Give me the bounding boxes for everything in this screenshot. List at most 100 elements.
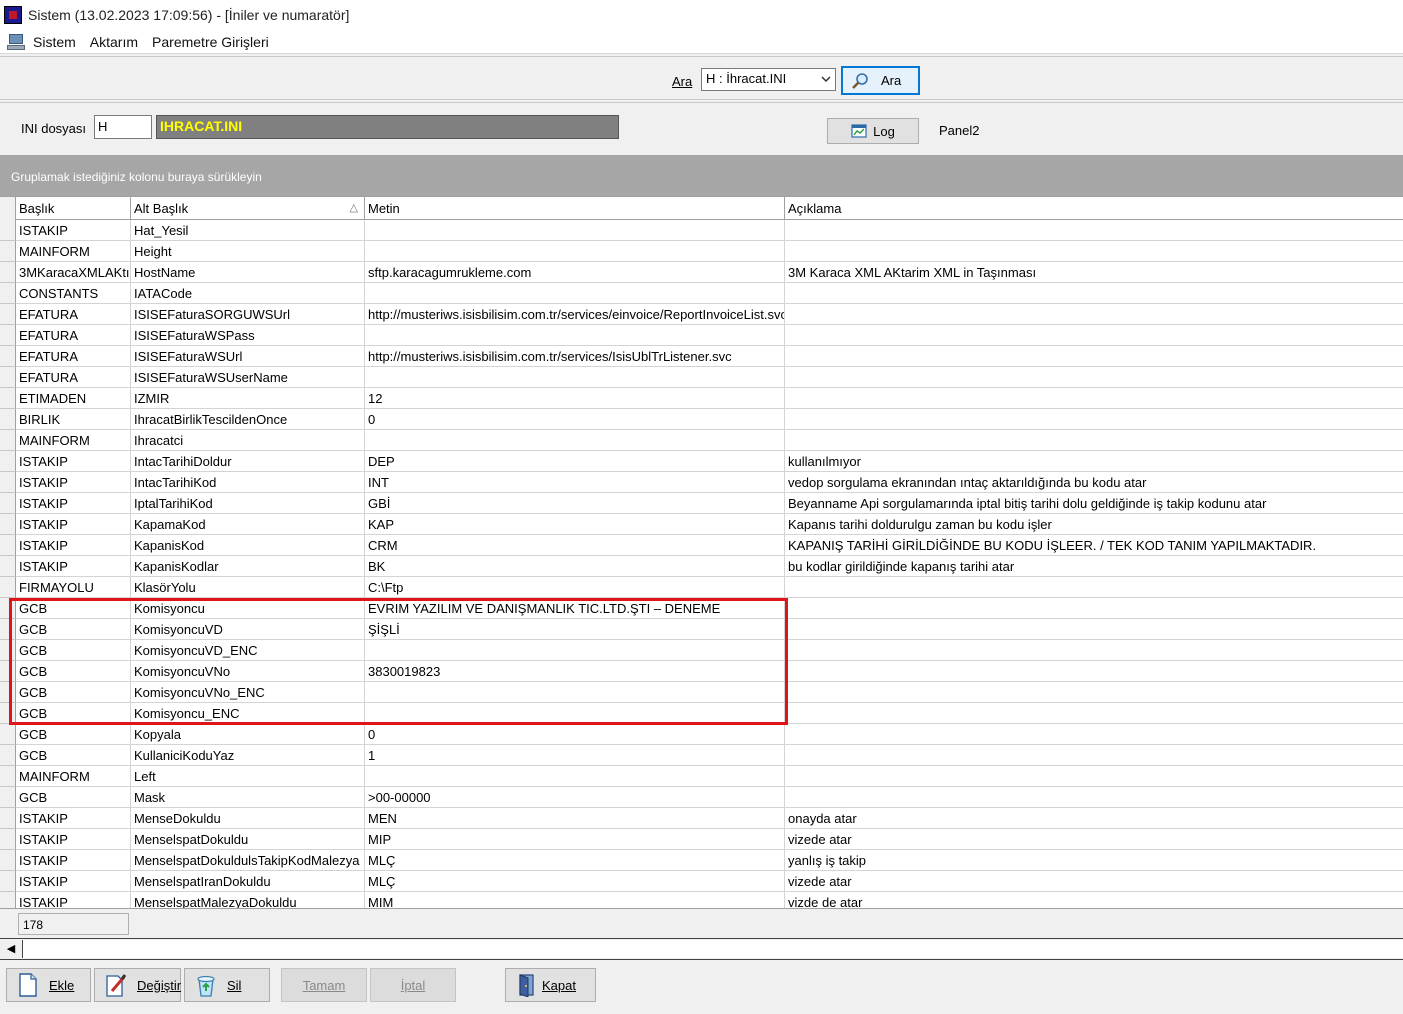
scrollbar-track[interactable]: [22, 940, 1403, 958]
row-indicator[interactable]: [0, 304, 16, 325]
cancel-button[interactable]: İptal: [370, 968, 456, 1002]
cell-alt-baslik[interactable]: KapanisKod: [131, 535, 365, 555]
column-header-metin[interactable]: Metin: [365, 197, 785, 220]
row-indicator[interactable]: [0, 346, 16, 367]
table-row[interactable]: EFATURA ISISEFaturaWSPass: [0, 325, 1403, 346]
cell-metin[interactable]: [365, 766, 785, 786]
cell-metin[interactable]: [365, 430, 785, 450]
cell-aciklama[interactable]: [785, 745, 1403, 765]
ok-button[interactable]: Tamam: [281, 968, 367, 1002]
cell-baslik[interactable]: EFATURA: [16, 346, 131, 366]
cell-aciklama[interactable]: [785, 409, 1403, 429]
cell-metin[interactable]: http://musteriws.isisbilisim.com.tr/serv…: [365, 304, 785, 324]
cell-baslik[interactable]: GCB: [16, 787, 131, 807]
table-row[interactable]: ISTAKIP IntacTarihiDoldur DEP kullanılmıyor: [0, 451, 1403, 472]
cell-aciklama[interactable]: [785, 724, 1403, 744]
row-indicator[interactable]: [0, 871, 16, 892]
table-row[interactable]: 3MKaracaXMLAKtı HostName sftp.karacagumruk…: [0, 262, 1403, 283]
cell-alt-baslik[interactable]: KullaniciKoduYaz: [131, 745, 365, 765]
menu-parametre-girisleri[interactable]: Paremetre Girişleri: [152, 34, 269, 50]
delete-button[interactable]: Sil: [184, 968, 270, 1002]
close-button[interactable]: Kapat: [505, 968, 596, 1002]
cell-alt-baslik[interactable]: IntacTarihiDoldur: [131, 451, 365, 471]
cell-metin[interactable]: MIP: [365, 829, 785, 849]
row-indicator[interactable]: [0, 682, 16, 703]
cell-baslik[interactable]: ISTAKIP: [16, 472, 131, 492]
row-indicator[interactable]: [0, 850, 16, 871]
table-row[interactable]: GCB KomisyoncuVNo_ENC: [0, 682, 1403, 703]
cell-metin[interactable]: sftp.karacagumrukleme.com: [365, 262, 785, 282]
cell-alt-baslik[interactable]: IZMIR: [131, 388, 365, 408]
cell-alt-baslik[interactable]: ISISEFaturaWSUrl: [131, 346, 365, 366]
cell-baslik[interactable]: 3MKaracaXMLAKtı: [16, 262, 131, 282]
table-row[interactable]: EFATURA ISISEFaturaSORGUWSUrl http://muste…: [0, 304, 1403, 325]
table-row[interactable]: GCB KomisyoncuVNo 3830019823: [0, 661, 1403, 682]
cell-alt-baslik[interactable]: KomisyoncuVNo: [131, 661, 365, 681]
cell-baslik[interactable]: MAINFORM: [16, 766, 131, 786]
cell-metin[interactable]: ŞİŞLİ: [365, 619, 785, 639]
cell-aciklama[interactable]: [785, 661, 1403, 681]
cell-alt-baslik[interactable]: IntacTarihiKod: [131, 472, 365, 492]
cell-alt-baslik[interactable]: ISISEFaturaWSUserName: [131, 367, 365, 387]
cell-aciklama[interactable]: vedop sorgulama ekranından ıntaç aktarıl…: [785, 472, 1403, 492]
cell-aciklama[interactable]: [785, 325, 1403, 345]
cell-metin[interactable]: [365, 325, 785, 345]
table-row[interactable]: EFATURA ISISEFaturaWSUserName: [0, 367, 1403, 388]
cell-metin[interactable]: MEN: [365, 808, 785, 828]
group-by-area[interactable]: Gruplamak istediğiniz kolonu buraya sürü…: [0, 155, 1403, 196]
cell-alt-baslik[interactable]: Mask: [131, 787, 365, 807]
table-row[interactable]: GCB Komisyoncu EVRIM YAZILIM VE DANIŞMANLI…: [0, 598, 1403, 619]
add-button[interactable]: Ekle: [6, 968, 91, 1002]
cell-alt-baslik[interactable]: Komisyoncu: [131, 598, 365, 618]
cell-baslik[interactable]: GCB: [16, 745, 131, 765]
table-row[interactable]: ISTAKIP MenselspatMalezyaDokuldu MIM vizde …: [0, 892, 1403, 908]
cell-baslik[interactable]: ISTAKIP: [16, 451, 131, 471]
table-row[interactable]: GCB KomisyoncuVD ŞİŞLİ: [0, 619, 1403, 640]
menu-sistem[interactable]: Sistem: [33, 34, 76, 50]
table-row[interactable]: MAINFORM Ihracatci: [0, 430, 1403, 451]
cell-alt-baslik[interactable]: MenselspatIranDokuldu: [131, 871, 365, 891]
row-indicator[interactable]: [0, 724, 16, 745]
cell-aciklama[interactable]: [785, 241, 1403, 261]
cell-metin[interactable]: GBİ: [365, 493, 785, 513]
cell-baslik[interactable]: ISTAKIP: [16, 493, 131, 513]
cell-alt-baslik[interactable]: KomisyoncuVD_ENC: [131, 640, 365, 660]
edit-button[interactable]: Değiştir: [94, 968, 181, 1002]
row-indicator[interactable]: [0, 745, 16, 766]
cell-aciklama[interactable]: [785, 367, 1403, 387]
menu-aktarim[interactable]: Aktarım: [90, 34, 138, 50]
table-row[interactable]: ETIMADEN IZMIR 12: [0, 388, 1403, 409]
cell-baslik[interactable]: FIRMAYOLU: [16, 577, 131, 597]
row-indicator[interactable]: [0, 766, 16, 787]
cell-alt-baslik[interactable]: KomisyoncuVNo_ENC: [131, 682, 365, 702]
cell-aciklama[interactable]: [785, 787, 1403, 807]
cell-baslik[interactable]: ISTAKIP: [16, 871, 131, 891]
cell-metin[interactable]: [365, 241, 785, 261]
column-header-aciklama[interactable]: Açıklama: [785, 197, 1403, 220]
cell-aciklama[interactable]: kullanılmıyor: [785, 451, 1403, 471]
cell-metin[interactable]: [365, 220, 785, 240]
table-row[interactable]: ISTAKIP IntacTarihiKod INT vedop sorgulama …: [0, 472, 1403, 493]
cell-alt-baslik[interactable]: KapanisKodlar: [131, 556, 365, 576]
table-row[interactable]: ISTAKIP MenselspatDokuldulsTakipKodMalezy…: [0, 850, 1403, 871]
row-indicator[interactable]: [0, 220, 16, 241]
cell-metin[interactable]: [365, 367, 785, 387]
cell-metin[interactable]: 0: [365, 724, 785, 744]
cell-aciklama[interactable]: [785, 577, 1403, 597]
cell-baslik[interactable]: GCB: [16, 619, 131, 639]
cell-alt-baslik[interactable]: MenselspatDokuldu: [131, 829, 365, 849]
cell-metin[interactable]: C:\Ftp: [365, 577, 785, 597]
cell-baslik[interactable]: ISTAKIP: [16, 514, 131, 534]
cell-alt-baslik[interactable]: IhracatBirlikTescildenOnce: [131, 409, 365, 429]
cell-baslik[interactable]: ISTAKIP: [16, 808, 131, 828]
row-indicator[interactable]: [0, 241, 16, 262]
cell-alt-baslik[interactable]: ISISEFaturaSORGUWSUrl: [131, 304, 365, 324]
cell-baslik[interactable]: ISTAKIP: [16, 220, 131, 240]
row-indicator[interactable]: [0, 808, 16, 829]
cell-metin[interactable]: KAP: [365, 514, 785, 534]
cell-aciklama[interactable]: [785, 766, 1403, 786]
cell-metin[interactable]: >00-00000: [365, 787, 785, 807]
cell-aciklama[interactable]: onayda atar: [785, 808, 1403, 828]
cell-alt-baslik[interactable]: Komisyoncu_ENC: [131, 703, 365, 723]
table-row[interactable]: ISTAKIP KapamaKod KAP Kapanıs tarihi doldur…: [0, 514, 1403, 535]
